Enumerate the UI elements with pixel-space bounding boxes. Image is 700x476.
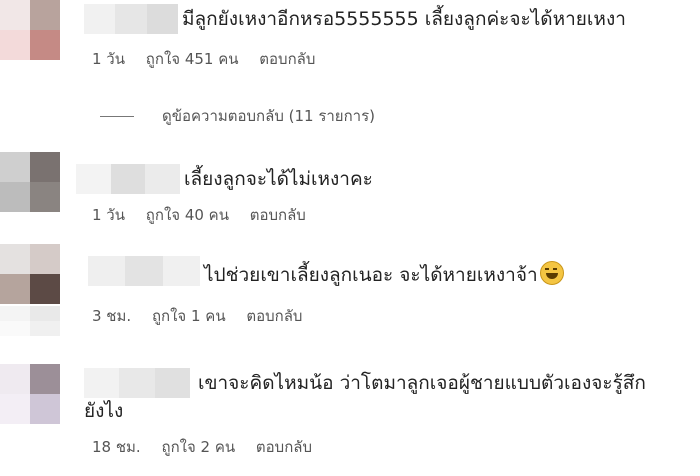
comment-text-content: ไปช่วยเขาเลี้ยงลูกเนอะ จะได้หายเหงาจ้า — [204, 264, 538, 286]
like-count[interactable]: ถูกใจ 1 คน — [152, 307, 226, 325]
divider-line — [100, 115, 134, 117]
username-blurred[interactable] — [84, 368, 190, 398]
comment-meta: 18 ชม. ถูกใจ 2 คน ตอบกลับ — [92, 437, 328, 457]
comment-text: ไปช่วยเขาเลี้ยงลูกเนอะ จะได้หายเหงาจ้า — [204, 260, 564, 290]
avatar-lower-fragment — [0, 306, 60, 336]
comment-text-line-2: ยังไง — [84, 400, 124, 422]
reply-button[interactable]: ตอบกลับ — [259, 50, 315, 68]
username-blurred[interactable] — [76, 164, 181, 194]
comment-meta: 1 วัน ถูกใจ 40 คน ตอบกลับ — [92, 205, 322, 225]
reply-button[interactable]: ตอบกลับ — [246, 307, 302, 325]
avatar[interactable] — [0, 364, 60, 424]
username-blurred[interactable] — [84, 4, 178, 34]
grinning-sweat-emoji-icon — [539, 261, 564, 285]
comment-text: มีลูกยังเหงาอีกหรอ5555555 เลี้ยงลูกค่ะจะ… — [182, 8, 626, 30]
comment-text-line-1: เขาจะคิดไหมน้อ ว่าโตมาลูกเจอผู้ชายแบบตัว… — [198, 372, 646, 394]
comment-meta: 1 วัน ถูกใจ 451 คน ตอบกลับ — [92, 49, 331, 69]
avatar[interactable] — [0, 152, 60, 212]
like-count[interactable]: ถูกใจ 40 คน — [146, 206, 229, 224]
comment-time: 1 วัน — [92, 50, 125, 68]
view-replies-label: ดูข้อความตอบกลับ (11 รายการ) — [162, 107, 375, 125]
reply-button[interactable]: ตอบกลับ — [250, 206, 306, 224]
avatar[interactable] — [0, 244, 60, 304]
like-count[interactable]: ถูกใจ 2 คน — [161, 438, 235, 456]
like-count[interactable]: ถูกใจ 451 คน — [146, 50, 239, 68]
reply-button[interactable]: ตอบกลับ — [256, 438, 312, 456]
comment-meta: 3 ชม. ถูกใจ 1 คน ตอบกลับ — [92, 306, 318, 326]
comment-text: เลี้ยงลูกจะได้ไม่เหงาคะ — [184, 168, 373, 190]
username-blurred[interactable] — [88, 256, 200, 286]
comment-time: 18 ชม. — [92, 438, 141, 456]
comment-time: 3 ชม. — [92, 307, 132, 325]
avatar[interactable] — [0, 0, 60, 60]
comment-time: 1 วัน — [92, 206, 125, 224]
view-replies-button[interactable]: ดูข้อความตอบกลับ (11 รายการ) — [100, 104, 375, 128]
